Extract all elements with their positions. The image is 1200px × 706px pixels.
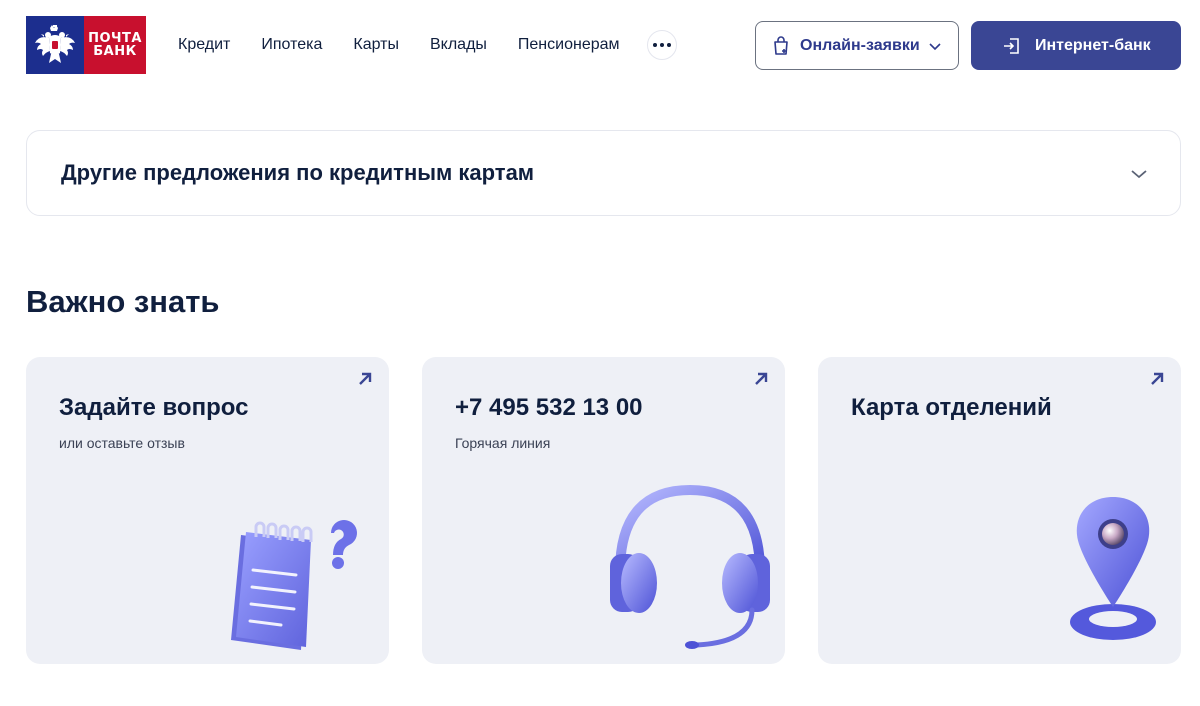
internet-bank-label: Интернет-банк: [1035, 36, 1151, 54]
arrow-up-right-icon: [1151, 372, 1164, 385]
section-title: Важно знать: [26, 284, 220, 319]
nav-item-cards[interactable]: Карты: [353, 35, 399, 55]
nav-item-pensioners[interactable]: Пенсионерам: [518, 35, 620, 55]
arrow-up-right-icon: [755, 372, 768, 385]
branch-map-card[interactable]: Карта отделений: [818, 357, 1181, 664]
nav-item-credit[interactable]: Кредит: [178, 35, 230, 55]
internet-bank-button[interactable]: Интернет-банк: [971, 21, 1181, 70]
chevron-down-icon: [1131, 170, 1147, 179]
shopping-bag-icon: [774, 35, 788, 55]
logo-wordmark: ПОЧТА БАНК: [84, 16, 146, 74]
ask-question-card[interactable]: Задайте вопрос или оставьте отзыв: [26, 357, 389, 664]
chevron-down-icon: [929, 43, 941, 51]
other-credit-card-offers-accordion[interactable]: Другие предложения по кредитным картам: [26, 130, 1181, 216]
nav-item-deposits[interactable]: Вклады: [430, 35, 487, 55]
notepad-question-icon: [231, 520, 357, 650]
logo-line-2: БАНК: [93, 44, 137, 59]
card-title: +7 495 532 13 00: [455, 394, 643, 421]
main-nav: Кредит Ипотека Карты Вклады Пенсионерам: [178, 35, 651, 55]
headset-icon: [610, 484, 770, 649]
card-title: Задайте вопрос: [59, 394, 249, 421]
accordion-title: Другие предложения по кредитным картам: [61, 160, 535, 185]
card-title: Карта отделений: [851, 394, 1052, 421]
site-header: ПОЧТА БАНК Кредит Ипотека Карты Вклады П…: [0, 0, 1200, 90]
online-applications-button[interactable]: Онлайн-заявки: [755, 21, 959, 70]
nav-item-mortgage[interactable]: Ипотека: [261, 35, 322, 55]
online-applications-label: Онлайн-заявки: [800, 36, 920, 54]
arrow-up-right-icon: [359, 372, 372, 385]
more-menu-button[interactable]: [647, 30, 677, 60]
ellipsis-icon: [653, 43, 657, 47]
card-subtitle: или оставьте отзыв: [59, 435, 185, 451]
card-subtitle: Горячая линия: [455, 435, 551, 451]
pochta-bank-logo[interactable]: ПОЧТА БАНК: [26, 16, 146, 74]
eagle-emblem-icon: [26, 16, 84, 74]
login-icon: [1004, 37, 1019, 54]
hotline-card[interactable]: +7 495 532 13 00 Горячая линия: [422, 357, 785, 664]
map-pin-icon: [1070, 497, 1156, 640]
